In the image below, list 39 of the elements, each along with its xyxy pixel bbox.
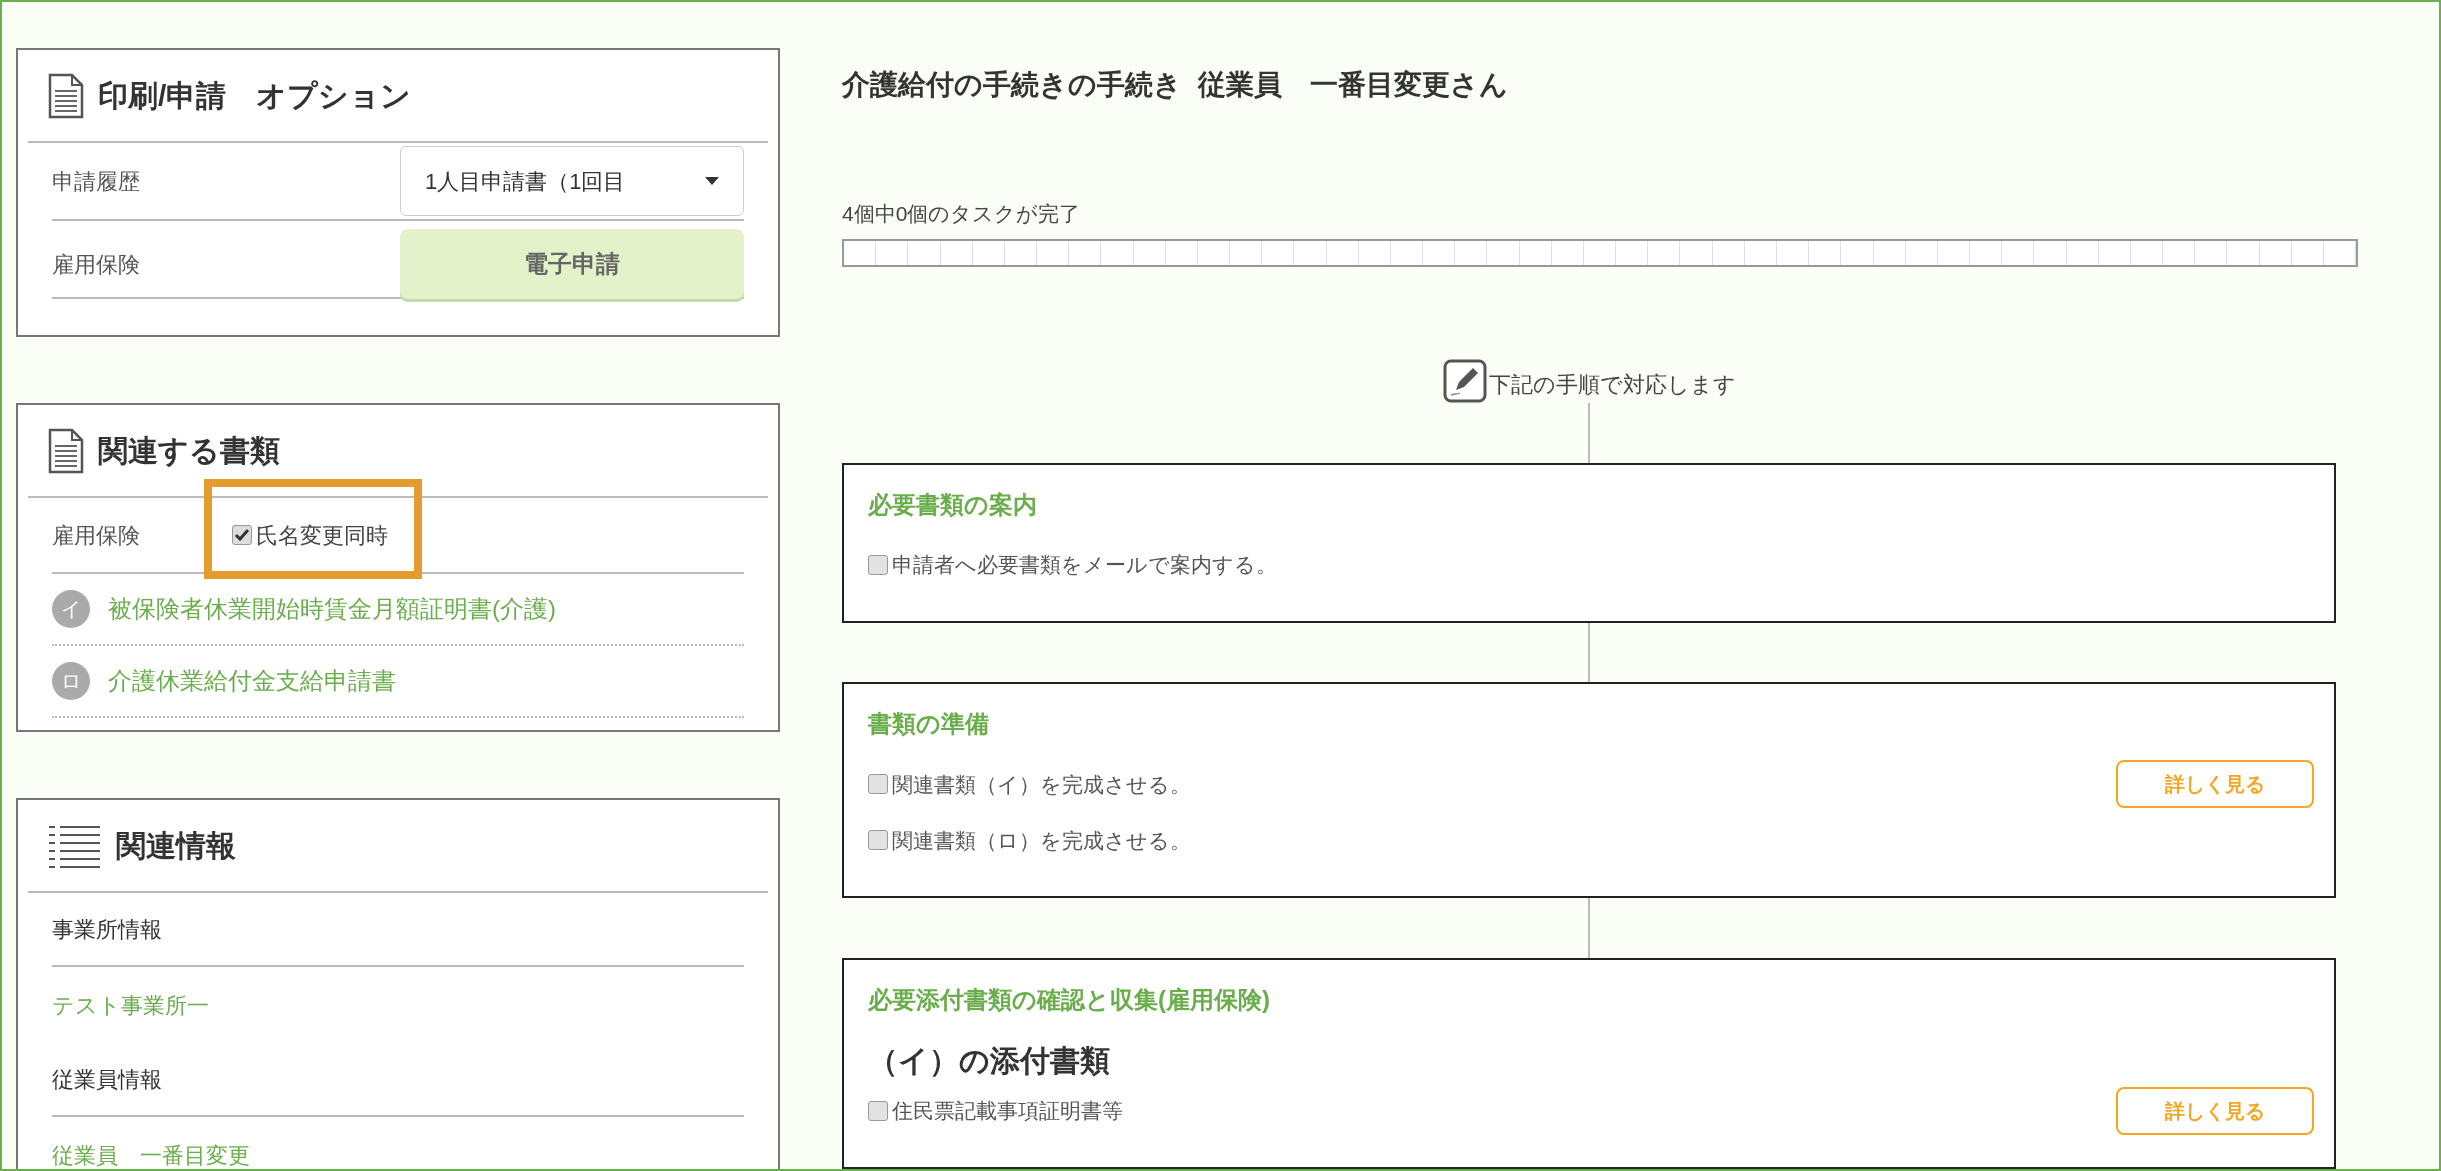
step-title: 必要添付書類の確認と収集(雇用保険) — [868, 985, 1271, 1015]
section-label: 事業所情報 — [52, 915, 162, 944]
row-label: 申請履歴 — [52, 167, 140, 196]
panel-title: 関連する書類 — [98, 433, 280, 469]
task-text: 申請者へ必要書類をメールで案内する。 — [892, 551, 1277, 578]
page-title: 介護給付の手続きの手続き 従業員 一番目変更さん — [842, 68, 1509, 102]
details-button[interactable]: 詳しく見る — [2116, 760, 2314, 809]
panel-title: 関連情報 — [116, 828, 236, 864]
section-label: 従業員情報 — [52, 1065, 162, 1094]
pencil-icon — [1442, 359, 1487, 403]
document-link[interactable]: 被保険者休業開始時賃金月額証明書(介護) — [108, 591, 556, 627]
info-link[interactable]: テスト事業所一 — [52, 988, 209, 1022]
checkbox[interactable] — [232, 525, 252, 545]
checkbox[interactable] — [868, 774, 888, 795]
step-title: 必要書類の案内 — [868, 489, 1038, 520]
intro-text: 下記の手順で対応します — [1488, 370, 1736, 399]
progress-text: 4個中0個のタスクが完了 — [842, 200, 1082, 227]
select-field[interactable]: 1人目申請書（1回目 — [400, 146, 744, 216]
row-label: 雇用保険 — [52, 250, 140, 279]
row-label: 雇用保険 — [52, 521, 141, 550]
task-text: 関連書類（イ）を完成させる。 — [892, 771, 1191, 798]
details-button[interactable]: 詳しく見る — [2116, 1087, 2314, 1135]
document-link[interactable]: 介護休業給付金支給申請書 — [108, 663, 396, 699]
checkbox-label: 氏名変更同時 — [256, 521, 388, 550]
subheading: （イ）の添付書類 — [868, 1043, 1111, 1079]
document-icon — [48, 427, 84, 474]
checkbox[interactable] — [868, 830, 888, 851]
caret-icon — [705, 177, 719, 185]
task-text: 関連書類（ロ）を完成させる。 — [892, 827, 1191, 854]
badge: イ — [52, 590, 90, 628]
badge: ロ — [52, 662, 90, 700]
checkbox[interactable] — [868, 554, 888, 575]
checkbox[interactable] — [868, 1101, 888, 1121]
task-text: 住民票記載事項証明書等 — [892, 1098, 1123, 1125]
panel-title: 印刷/申請 オプション — [98, 78, 412, 114]
e-application-button[interactable]: 電子申請 — [400, 229, 744, 299]
info-link[interactable]: 従業員 一番目変更 — [52, 1138, 250, 1169]
document-icon — [48, 72, 84, 119]
step-title: 書類の準備 — [868, 709, 990, 740]
